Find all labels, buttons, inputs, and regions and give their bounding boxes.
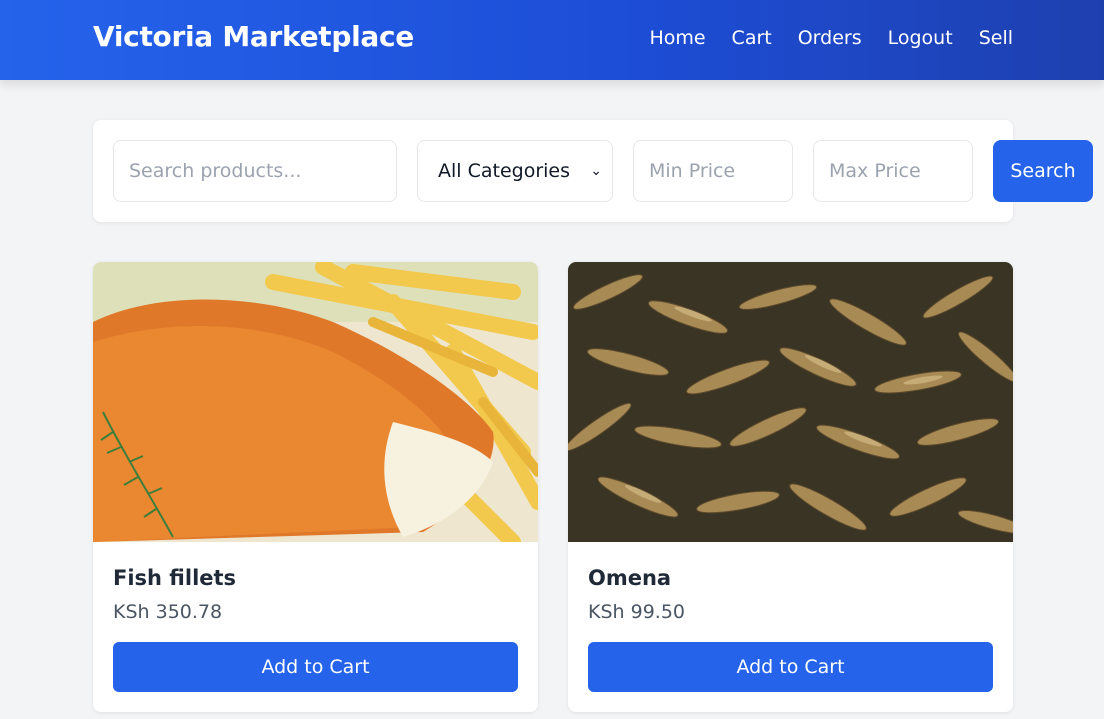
nav-sell-link[interactable]: Sell — [979, 27, 1013, 49]
brand-logo[interactable]: Victoria Marketplace — [93, 20, 414, 53]
search-button[interactable]: Search — [993, 140, 1093, 202]
product-price: KSh 99.50 — [588, 601, 685, 623]
navbar: Victoria Marketplace Home Cart Orders Lo… — [0, 0, 1104, 80]
product-price: KSh 350.78 — [113, 601, 223, 623]
product-card: Fish fillets KSh 350.78 Add to Cart — [93, 262, 538, 712]
nav-logout-link[interactable]: Logout — [888, 27, 953, 49]
search-filter-bar: All Categories ⌄ Search — [93, 120, 1093, 222]
chevron-down-icon: ⌄ — [590, 163, 602, 179]
product-card: Omena KSh 99.50 Add to Cart — [568, 262, 1013, 712]
product-title: Fish fillets — [113, 566, 237, 590]
max-price-input[interactable] — [813, 140, 973, 202]
product-image-omena — [568, 262, 1013, 542]
min-price-input[interactable] — [633, 140, 793, 202]
nav-cart-link[interactable]: Cart — [732, 27, 772, 49]
category-select[interactable]: All Categories ⌄ — [417, 140, 613, 202]
search-input[interactable] — [113, 140, 397, 202]
add-to-cart-button[interactable]: Add to Cart — [588, 642, 993, 692]
nav-links: Home Cart Orders Logout Sell — [649, 27, 1013, 49]
nav-home-link[interactable]: Home — [649, 27, 705, 49]
add-to-cart-button[interactable]: Add to Cart — [113, 642, 518, 692]
nav-orders-link[interactable]: Orders — [798, 27, 862, 49]
product-title: Omena — [588, 566, 672, 590]
product-image-fish-fillets — [93, 262, 538, 542]
category-select-value: All Categories — [438, 160, 571, 182]
